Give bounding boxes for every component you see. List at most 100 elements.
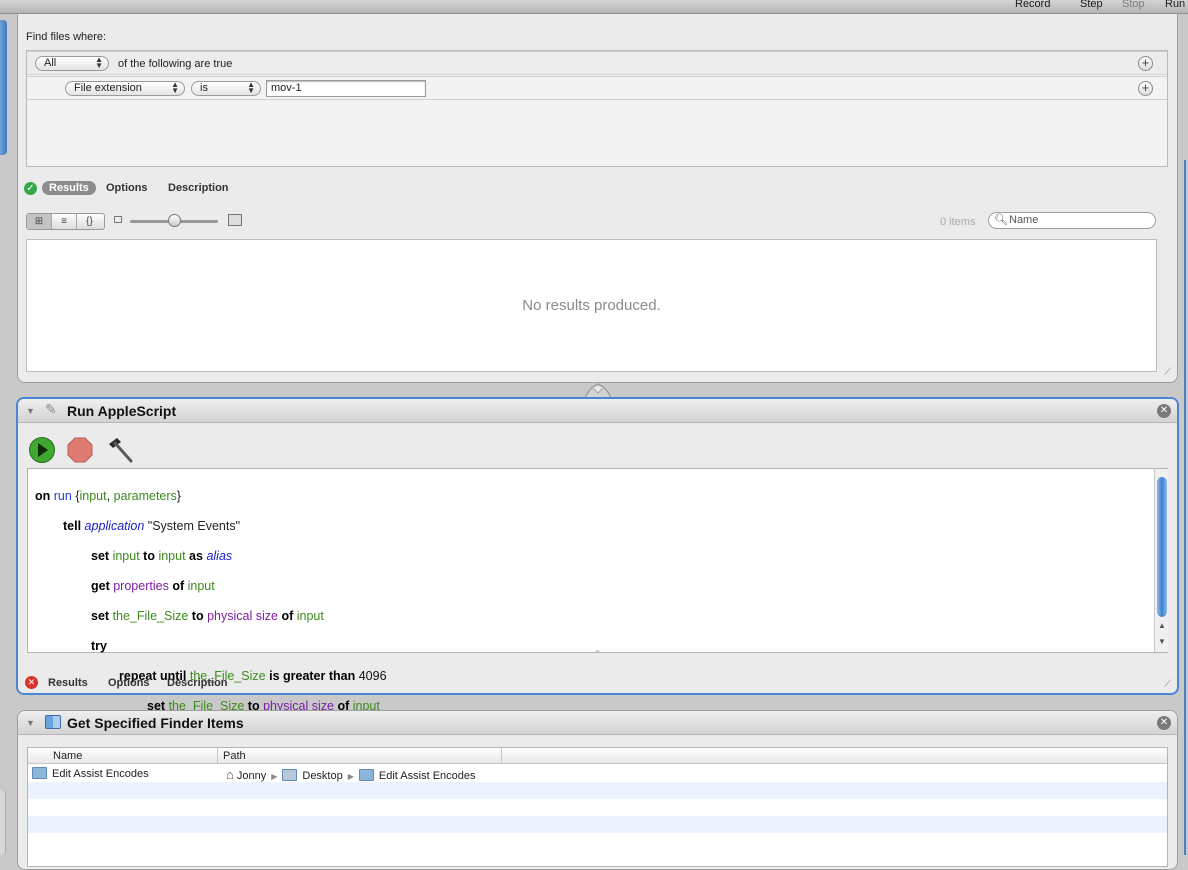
list-view-icon[interactable]: ≡ <box>52 214 77 229</box>
code-line-5: set the_File_Size to physical size of in… <box>91 609 324 623</box>
stop-button[interactable]: Stop <box>1122 0 1145 10</box>
operator-popup-value: is <box>200 82 208 94</box>
view-mode-control[interactable]: ⊞ ≡{} <box>26 213 105 230</box>
path-segment-folder: Edit Assist Encodes <box>378 770 476 782</box>
match-row: All ▲ ▼ of the following are true + <box>27 51 1167 75</box>
empty-row <box>28 799 1167 816</box>
left-panel-scrollbar[interactable] <box>0 20 7 155</box>
applescript-icon: ✎ <box>45 401 57 417</box>
empty-results-message: No results produced. <box>522 297 661 314</box>
items-count: 0 items <box>940 216 976 228</box>
empty-row <box>28 782 1167 799</box>
results-view: No results produced. <box>26 239 1157 372</box>
run-button[interactable]: Run <box>1165 0 1185 10</box>
operator-popup[interactable]: is ▲ ▼ <box>191 81 261 96</box>
finder-icon <box>45 715 61 729</box>
applescript-title: Run AppleScript <box>67 403 177 419</box>
item-name: Edit Assist Encodes <box>52 768 149 780</box>
code-line-1: on run {input, parameters} <box>35 489 181 503</box>
find-results-tabbar: ✓ Results Options Description <box>24 181 624 198</box>
close-icon[interactable]: ✕ <box>1157 716 1171 730</box>
large-size-icon <box>228 214 242 226</box>
hammer-icon[interactable] <box>104 435 134 465</box>
record-button[interactable]: Record <box>1015 0 1050 10</box>
find-label: Find files where: <box>26 31 107 43</box>
code-line-3: set input to input as alias <box>91 549 233 563</box>
search-placeholder: Name <box>1009 214 1039 226</box>
tab-description[interactable]: Description <box>167 677 228 689</box>
match-popup-value: All <box>44 57 57 69</box>
step-button[interactable]: Step <box>1080 0 1103 10</box>
icon-size-slider-knob[interactable] <box>168 214 181 227</box>
column-header-blank <box>502 748 1167 764</box>
home-icon: ⌂ <box>226 767 234 782</box>
add-condition-button[interactable]: + <box>1138 56 1153 71</box>
name-cell: Edit Assist Encodes <box>32 767 149 780</box>
path-cell: ⌂ Jonny ▶ Desktop ▶ Edit Assist Encodes <box>226 767 476 782</box>
code-line-2: tell application "System Events" <box>63 519 241 533</box>
applescript-header[interactable]: ▼ ✎ Run AppleScript ✕ <box>18 399 1177 423</box>
disclosure-triangle-icon[interactable]: ▼ <box>26 718 35 728</box>
finder-items-header[interactable]: ▼ Get Specified Finder Items ✕ <box>18 711 1177 735</box>
folder-icon <box>32 767 47 779</box>
match-suffix: of the following are true <box>118 58 233 70</box>
close-icon[interactable]: ✕ <box>1157 404 1171 418</box>
script-results-tabbar: ✕ Results Options Description <box>25 676 625 692</box>
get-specified-finder-items-action: ▼ Get Specified Finder Items ✕ Name Path… <box>17 710 1178 870</box>
scroll-up-icon[interactable]: ▲ <box>1158 621 1166 630</box>
match-popup[interactable]: All ▲ ▼ <box>35 56 109 71</box>
column-header-path[interactable]: Path <box>218 748 502 764</box>
editor-scroll-thumb[interactable] <box>1157 477 1167 617</box>
editor-vertical-scrollbar[interactable]: ▲ ▼ <box>1154 469 1168 652</box>
table-row[interactable]: Edit Assist Encodes ⌂ Jonny ▶ Desktop ▶ Edit … <box>28 765 1167 782</box>
icon-view-icon[interactable]: ⊞ <box>27 214 52 229</box>
plus-icon: + <box>1141 80 1150 95</box>
left-panel-edge <box>0 790 6 855</box>
popup-arrows-icon: ▲ ▼ <box>95 55 103 70</box>
path-separator-icon: ▶ <box>271 772 278 781</box>
code-view-icon[interactable]: {} <box>77 214 102 229</box>
tab-results[interactable]: Results <box>42 181 96 195</box>
stop-icon[interactable] <box>66 436 94 464</box>
desktop-icon <box>282 769 298 781</box>
folder-icon <box>358 769 374 781</box>
path-separator-icon: ▶ <box>347 772 354 781</box>
error-x-icon: ✕ <box>25 676 38 689</box>
workflow-toolbar: Record Step Stop Run <box>0 0 1188 14</box>
finder-items-title: Get Specified Finder Items <box>67 715 244 731</box>
results-search-input[interactable]: 🔍︎ Name <box>988 212 1156 229</box>
finder-items-table: Name Path Edit Assist Encodes ⌂ Jonny ▶ Des… <box>27 747 1168 867</box>
code-line-4: get properties of input <box>91 579 215 593</box>
search-icon: 🔍︎ <box>994 214 1008 226</box>
column-header-name[interactable]: Name <box>28 748 218 764</box>
play-icon[interactable] <box>28 436 56 464</box>
empty-row <box>28 833 1167 850</box>
resize-handle-icon[interactable]: ⟋ <box>1164 367 1171 378</box>
attribute-popup-value: File extension <box>74 82 142 94</box>
empty-row <box>28 816 1167 833</box>
resize-handle-icon[interactable]: ⟋ <box>1164 679 1171 690</box>
applescript-editor[interactable]: on run {input, parameters} tell applicat… <box>27 468 1168 833</box>
path-segment-home: Jonny <box>236 770 267 782</box>
plus-icon: + <box>1141 55 1150 70</box>
find-finder-items-action: Find files where: All ▲ ▼ of the followin… <box>17 14 1178 383</box>
add-subcondition-button[interactable]: + <box>1138 81 1153 96</box>
run-applescript-action: ▼ ✎ Run AppleScript ✕ on run {input, par… <box>16 397 1179 833</box>
scroll-down-icon[interactable]: ▼ <box>1158 637 1166 646</box>
success-check-icon: ✓ <box>24 182 37 195</box>
popup-arrows-icon: ▲ ▼ <box>171 80 179 95</box>
path-segment-desktop: Desktop <box>302 770 343 782</box>
popup-arrows-icon: ▲ ▼ <box>247 80 255 95</box>
tab-description[interactable]: Description <box>168 182 229 194</box>
tab-options[interactable]: Options <box>106 182 148 194</box>
workflow-scrollbar-edge[interactable] <box>1184 160 1186 855</box>
tab-options[interactable]: Options <box>108 677 150 689</box>
disclosure-triangle-icon[interactable]: ▼ <box>26 406 35 416</box>
code-line-6: try <box>91 639 107 653</box>
attribute-popup[interactable]: File extension ▲ ▼ <box>65 81 185 96</box>
extension-value-field[interactable]: mov-1 <box>266 80 426 97</box>
action-connector <box>585 383 611 398</box>
tab-results[interactable]: Results <box>48 677 88 689</box>
editor-resize-grip-icon[interactable]: ⌃ <box>594 649 601 658</box>
condition-row: File extension ▲ ▼ is ▲ ▼ mov-1 + <box>27 76 1167 100</box>
